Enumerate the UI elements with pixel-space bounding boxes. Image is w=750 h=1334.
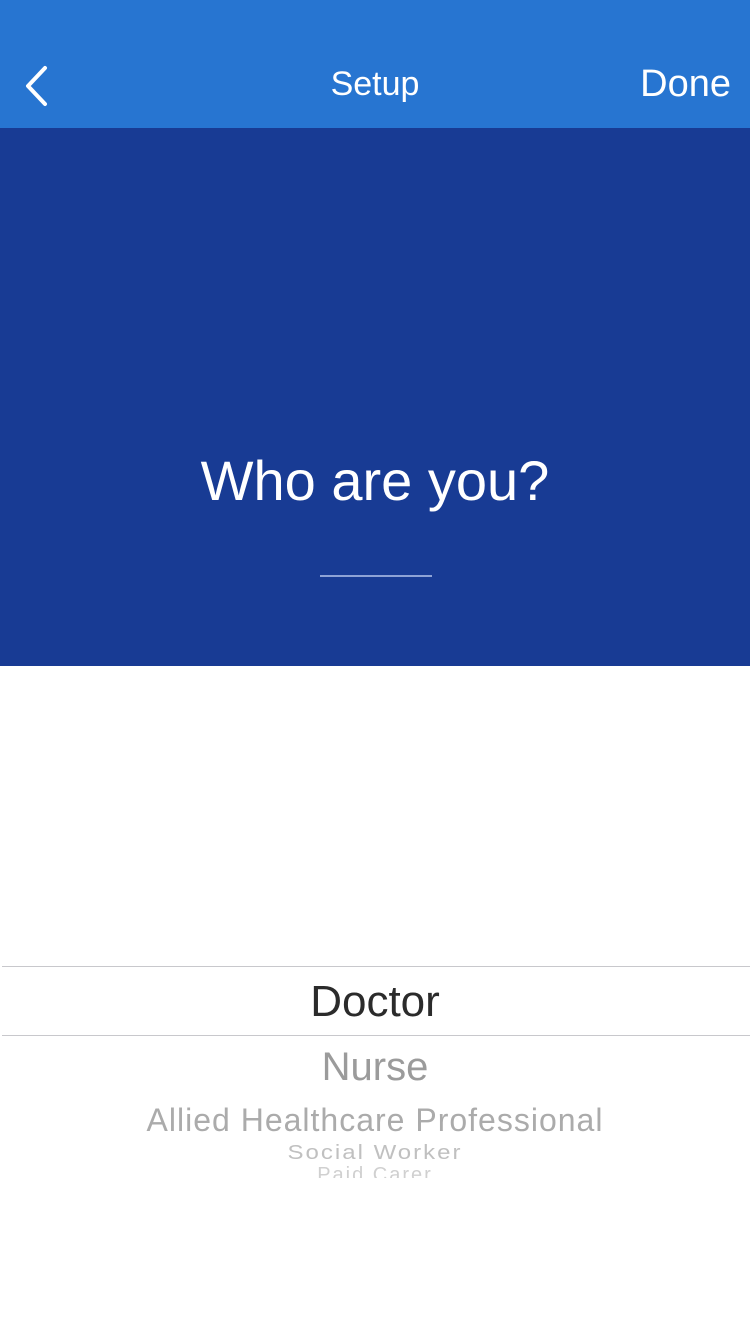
title-divider [320, 575, 432, 577]
role-picker[interactable]: Doctor Nurse Allied Healthcare Professio… [0, 666, 750, 1334]
picker-option[interactable]: Social Worker [0, 1142, 750, 1162]
question-header: Who are you? [0, 128, 750, 666]
chevron-left-icon [26, 66, 47, 106]
back-button[interactable] [14, 56, 74, 116]
picker-option[interactable]: Nurse [0, 1044, 750, 1090]
selection-indicator-top [2, 966, 750, 967]
navigation-bar: Setup Done [0, 0, 750, 128]
picker-option-selected[interactable]: Doctor [0, 976, 750, 1028]
setup-screen: Setup Done Who are you? Doctor Nurse All… [0, 0, 750, 1334]
question-title: Who are you? [200, 449, 550, 512]
nav-title: Setup [330, 65, 420, 103]
selection-indicator-bottom [2, 1035, 750, 1036]
picker-option[interactable]: Paid Carer [0, 1166, 750, 1178]
done-button[interactable]: Done [640, 62, 731, 106]
picker-option[interactable]: Allied Healthcare Professional [0, 1102, 750, 1138]
